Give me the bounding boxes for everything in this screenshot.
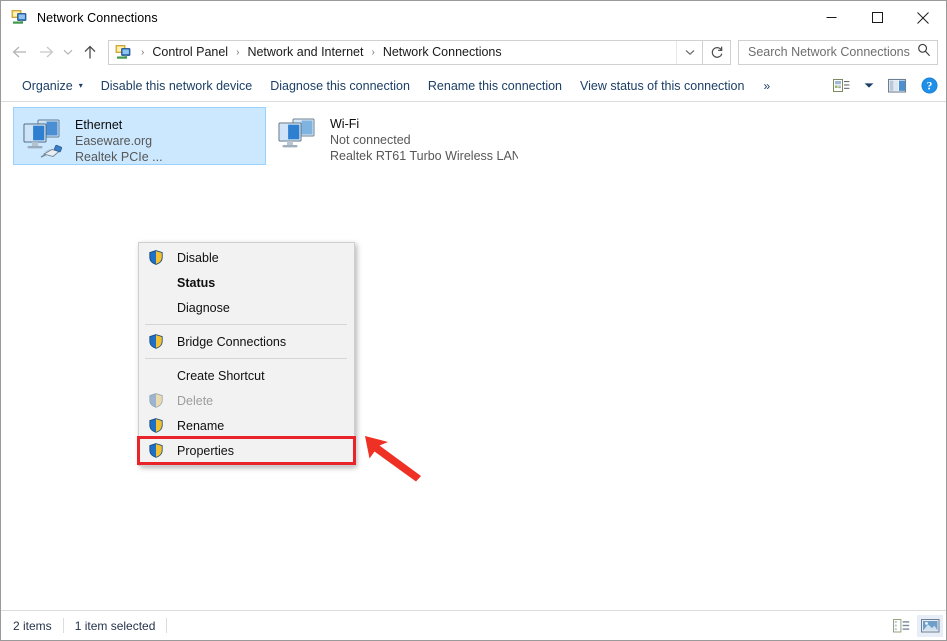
- list-item-ethernet[interactable]: Ethernet Easeware.org Realtek PCIe ...: [13, 107, 266, 165]
- connection-name: Ethernet: [75, 118, 123, 132]
- menu-item-status[interactable]: Status: [139, 270, 354, 295]
- disable-network-device-button[interactable]: Disable this network device: [92, 74, 261, 98]
- rename-connection-button[interactable]: Rename this connection: [419, 74, 571, 98]
- maximize-button[interactable]: [854, 1, 900, 34]
- menu-separator: [145, 358, 347, 359]
- preview-pane-icon[interactable]: [882, 75, 913, 97]
- menu-item-label: Diagnose: [177, 300, 230, 315]
- network-connections-window: Network Connections › Control Panel › Ne…: [0, 0, 947, 641]
- search-input[interactable]: Search Network Connections: [738, 39, 938, 65]
- menu-item-label: Create Shortcut: [177, 368, 265, 383]
- window-controls: [808, 1, 946, 34]
- menu-item-properties[interactable]: Properties: [137, 436, 356, 465]
- menu-item-delete: Delete: [139, 388, 354, 413]
- search-icon[interactable]: [917, 43, 931, 62]
- breadcrumb-separator-1[interactable]: ›: [231, 47, 244, 58]
- shield-icon: [145, 393, 167, 408]
- shield-icon: [145, 334, 167, 349]
- red-arrow-annotation-icon: [361, 431, 427, 488]
- network-connections-icon: [11, 9, 28, 26]
- list-item-wifi-text: Wi-Fi Not connected Realtek RT61 Turbo W…: [330, 113, 518, 164]
- view-options-icon[interactable]: [827, 75, 856, 97]
- breadcrumb-separator-0[interactable]: ›: [136, 47, 149, 58]
- breadcrumb[interactable]: › Control Panel › Network and Internet ›…: [108, 39, 703, 65]
- title-bar: Network Connections: [1, 1, 946, 34]
- help-icon[interactable]: ?: [915, 74, 944, 97]
- view-options-dropdown[interactable]: [858, 79, 880, 92]
- selection-count-label: 1 item selected: [74, 618, 156, 633]
- menu-item-bridge-connections[interactable]: Bridge Connections: [139, 329, 354, 354]
- menu-item-diagnose[interactable]: Diagnose: [139, 295, 354, 320]
- breadcrumb-network-icon: [115, 44, 132, 61]
- menu-item-disable[interactable]: Disable: [139, 245, 354, 270]
- search-placeholder: Search Network Connections: [748, 45, 910, 59]
- window-title: Network Connections: [37, 10, 158, 25]
- close-button[interactable]: [900, 1, 946, 34]
- menu-item-label: Properties: [177, 443, 234, 458]
- list-item-ethernet-text: Ethernet Easeware.org Realtek PCIe ...: [75, 114, 163, 165]
- chevron-down-icon: ▾: [78, 81, 83, 90]
- minimize-button[interactable]: [808, 1, 854, 34]
- ethernet-adapter-icon: [19, 115, 67, 163]
- shield-icon: [145, 418, 167, 433]
- chevron-down-icon[interactable]: [676, 40, 702, 64]
- back-button[interactable]: [7, 39, 33, 65]
- item-count-label: 2 items: [13, 618, 52, 633]
- connection-adapter: Realtek PCIe ...: [75, 150, 163, 164]
- breadcrumb-item-network-connections[interactable]: Network Connections: [380, 45, 505, 59]
- connection-name: Wi-Fi: [330, 117, 360, 131]
- breadcrumb-item-network-and-internet[interactable]: Network and Internet: [244, 45, 366, 59]
- connection-status: Not connected: [330, 133, 411, 147]
- forward-button[interactable]: [33, 39, 59, 65]
- organize-label: Organize: [22, 78, 73, 93]
- menu-item-label: Rename: [177, 418, 225, 433]
- status-bar: 2 items 1 item selected: [1, 610, 946, 640]
- up-button[interactable]: [77, 39, 103, 65]
- connections-list: Ethernet Easeware.org Realtek PCIe ... W…: [1, 102, 946, 610]
- menu-item-label: Disable: [177, 250, 219, 265]
- shield-icon: [145, 250, 167, 265]
- menu-separator: [145, 324, 347, 325]
- shield-icon: [145, 443, 167, 458]
- menu-item-label: Delete: [177, 393, 214, 408]
- menu-item-create-shortcut[interactable]: Create Shortcut: [139, 363, 354, 388]
- address-bar: › Control Panel › Network and Internet ›…: [1, 34, 946, 70]
- organize-button[interactable]: Organize ▾: [13, 74, 92, 98]
- list-item-wifi[interactable]: Wi-Fi Not connected Realtek RT61 Turbo W…: [269, 107, 522, 165]
- menu-item-rename[interactable]: Rename: [139, 413, 354, 438]
- breadcrumb-item-control-panel[interactable]: Control Panel: [149, 45, 231, 59]
- command-bar: Organize ▾ Disable this network device D…: [1, 70, 946, 102]
- connection-adapter: Realtek RT61 Turbo Wireless LAN C...: [330, 149, 518, 163]
- wifi-adapter-icon: [274, 114, 322, 162]
- diagnose-connection-button[interactable]: Diagnose this connection: [261, 74, 419, 98]
- overflow-chevrons-icon[interactable]: »: [753, 74, 778, 98]
- connection-status: Easeware.org: [75, 134, 153, 148]
- recent-locations-button[interactable]: [59, 39, 77, 65]
- menu-item-label: Bridge Connections: [177, 334, 287, 349]
- breadcrumb-separator-2[interactable]: ›: [366, 47, 379, 58]
- refresh-button[interactable]: [703, 39, 731, 65]
- details-view-icon[interactable]: [888, 615, 914, 637]
- status-divider: [62, 618, 64, 633]
- view-status-button[interactable]: View status of this connection: [571, 74, 753, 98]
- status-divider: [166, 618, 168, 633]
- context-menu: Disable Status Diagnose Bridge Connectio…: [137, 242, 356, 466]
- svg-text:?: ?: [927, 81, 933, 93]
- menu-item-label: Status: [177, 275, 216, 290]
- large-icons-view-icon[interactable]: [917, 614, 943, 637]
